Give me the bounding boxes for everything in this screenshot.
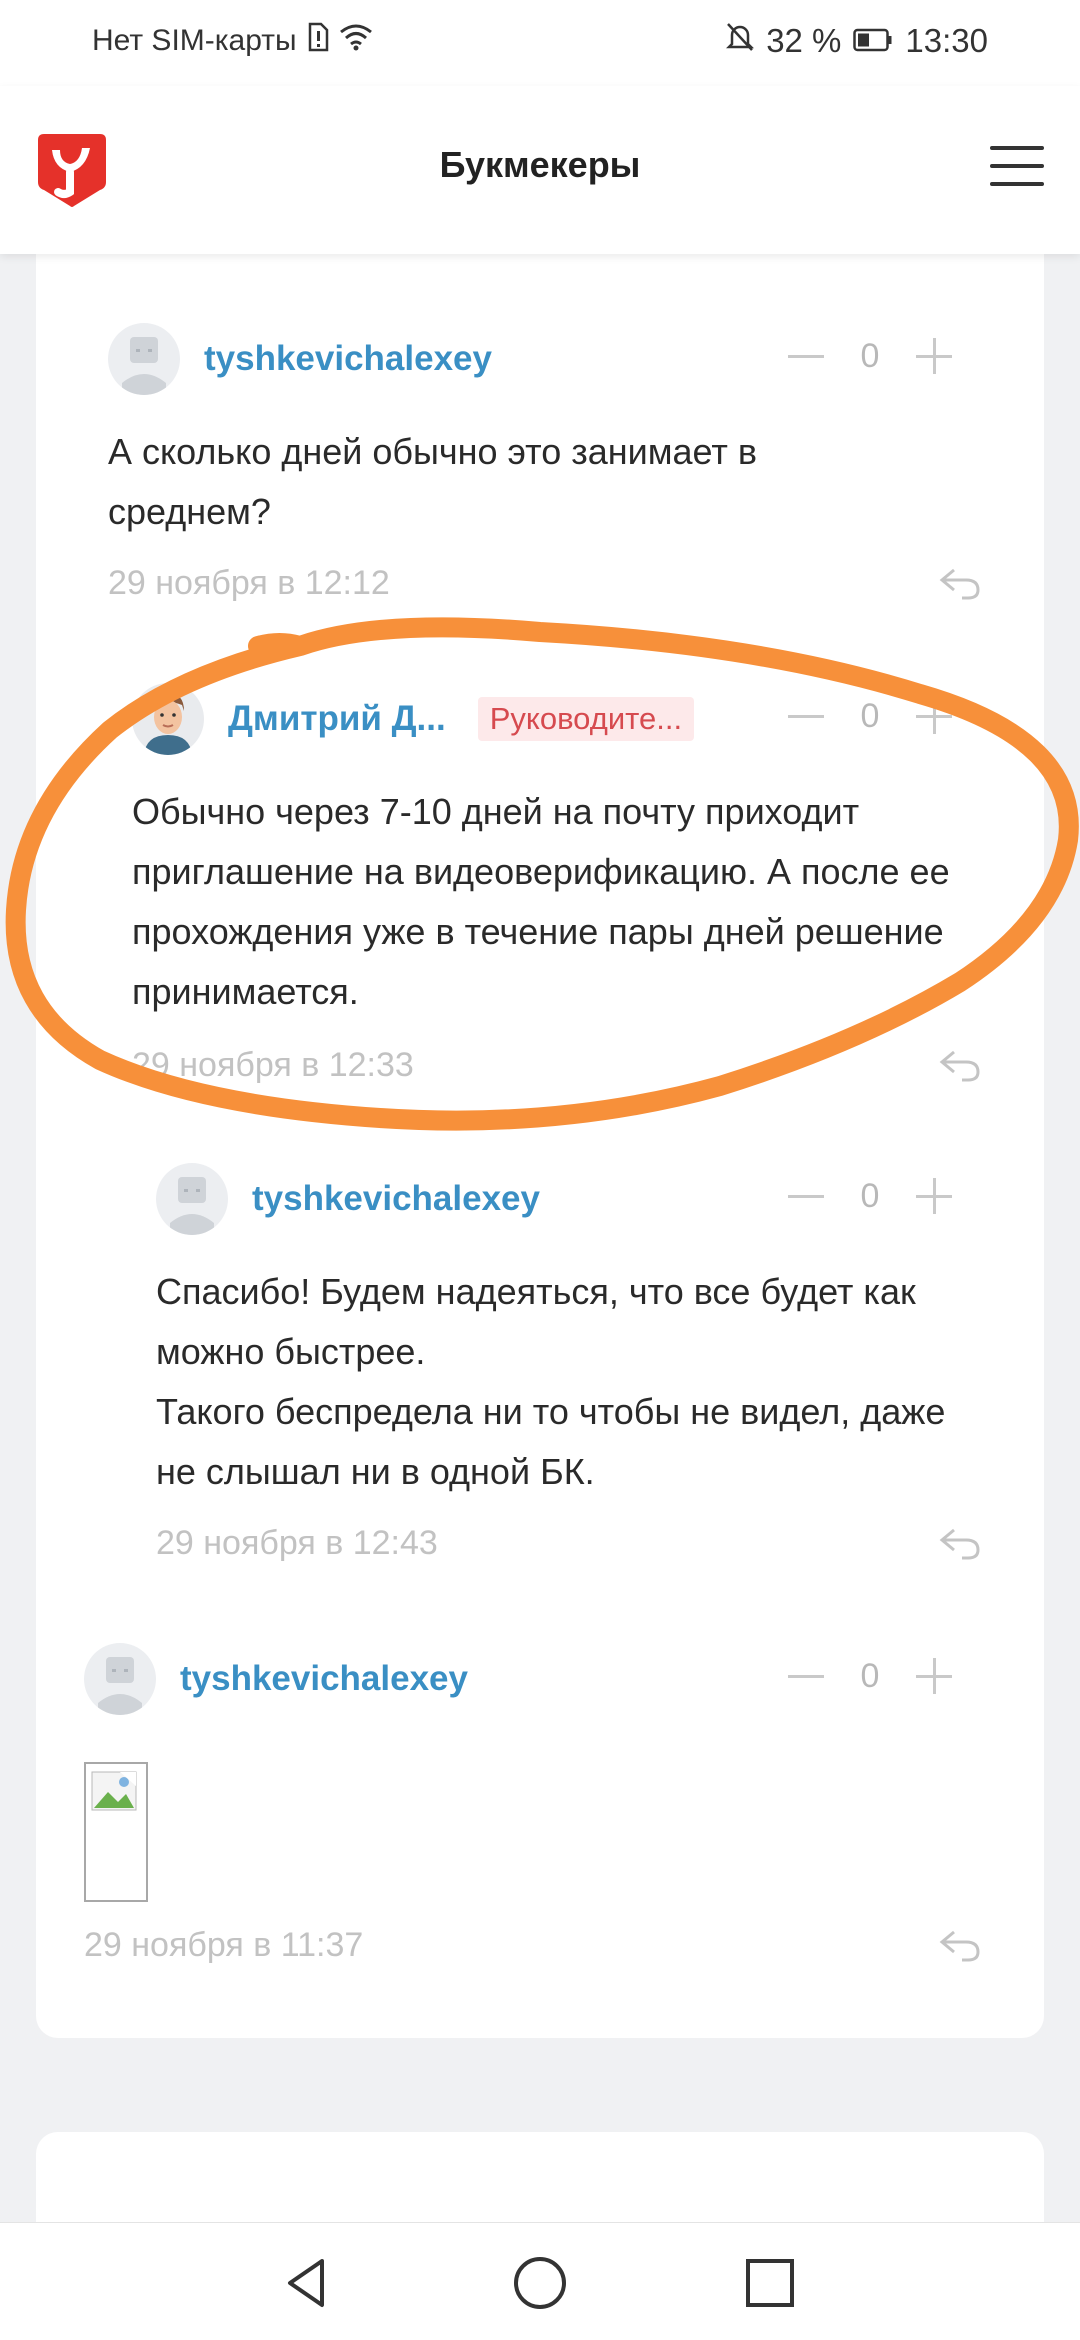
comment-text: Спасибо! Будем надеяться, что все будет …	[156, 1262, 976, 1502]
reply-icon[interactable]	[938, 1526, 982, 1562]
comment-text-line: Спасибо! Будем надеяться, что все будет …	[156, 1271, 916, 1372]
comment-date: 29 ноября в 12:43	[156, 1524, 438, 1562]
comment-header: tyshkevichalexey	[156, 1162, 540, 1236]
vote-count: 0	[860, 696, 880, 735]
vote-down-button[interactable]	[786, 696, 826, 736]
vote-count: 0	[860, 1176, 880, 1215]
battery-icon	[853, 22, 893, 60]
broken-image-icon[interactable]	[84, 1762, 148, 1902]
comment-date: 29 ноября в 11:37	[84, 1926, 364, 1964]
vote-count: 0	[860, 1656, 880, 1695]
app-header: Букмекеры	[0, 86, 1080, 254]
reply-icon[interactable]	[938, 1928, 982, 1964]
comment: tyshkevichalexey 0 Спасибо! Будем надеят…	[156, 1162, 1008, 1582]
comment-date: 29 ноября в 12:12	[108, 564, 390, 602]
comment: tyshkevichalexey 0 А сколько дней обычно…	[108, 322, 1008, 622]
comment: Дмитрий Д... Руководите... 0 Обычно чере…	[132, 682, 1008, 1102]
comment-header: Дмитрий Д... Руководите...	[132, 682, 695, 756]
sim-alert-icon	[307, 22, 329, 60]
status-right: 32 % 13:30	[726, 22, 988, 60]
back-icon[interactable]	[278, 2253, 338, 2313]
wifi-icon	[339, 23, 373, 59]
clock: 13:30	[905, 22, 988, 59]
comment-author[interactable]: tyshkevichalexey	[180, 1659, 468, 1699]
comment-text: А сколько дней обычно это занимает в сре…	[108, 431, 757, 532]
comment-text-line: Такого беспредела ни то чтобы не видел, …	[156, 1391, 946, 1492]
avatar[interactable]	[156, 1163, 228, 1235]
system-nav-bar	[0, 2222, 1080, 2340]
comment-author[interactable]: Дмитрий Д...	[228, 699, 446, 739]
hamburger-menu-icon[interactable]	[990, 146, 1044, 190]
vote-up-button[interactable]	[914, 696, 954, 736]
vote-controls: 0	[786, 336, 954, 376]
avatar[interactable]	[108, 323, 180, 395]
vote-count: 0	[860, 336, 880, 375]
vote-controls: 0	[786, 1656, 954, 1696]
battery-percent: 32 %	[766, 22, 842, 59]
vote-down-button[interactable]	[786, 1176, 826, 1216]
comment-header: tyshkevichalexey	[84, 1642, 468, 1716]
comment-date: 29 ноября в 12:33	[132, 1046, 414, 1084]
avatar[interactable]	[132, 683, 204, 755]
vote-up-button[interactable]	[914, 336, 954, 376]
status-bar: Нет SIM-карты 32 % 13:30	[0, 0, 1080, 86]
bell-muted-icon	[726, 22, 755, 60]
avatar[interactable]	[84, 1643, 156, 1715]
home-icon[interactable]	[510, 2253, 570, 2313]
comment-header: tyshkevichalexey	[108, 322, 492, 396]
comment-text: Обычно через 7-10 дней на почту приходит…	[132, 791, 950, 1012]
recents-icon[interactable]	[740, 2253, 800, 2313]
carrier-text: Нет SIM-карты	[92, 24, 297, 57]
vote-down-button[interactable]	[786, 336, 826, 376]
vote-up-button[interactable]	[914, 1176, 954, 1216]
comment-author[interactable]: tyshkevichalexey	[204, 339, 492, 379]
vote-up-button[interactable]	[914, 1656, 954, 1696]
status-left: Нет SIM-карты	[92, 22, 373, 60]
reply-icon[interactable]	[938, 1048, 982, 1084]
page-title: Букмекеры	[439, 144, 641, 185]
comment: tyshkevichalexey 0 29 ноября в 11:37	[84, 1642, 1008, 1982]
comment-author[interactable]: tyshkevichalexey	[252, 1179, 540, 1219]
vote-controls: 0	[786, 696, 954, 736]
vote-down-button[interactable]	[786, 1656, 826, 1696]
vote-controls: 0	[786, 1176, 954, 1216]
role-badge: Руководите...	[477, 697, 695, 741]
reply-icon[interactable]	[938, 566, 982, 602]
